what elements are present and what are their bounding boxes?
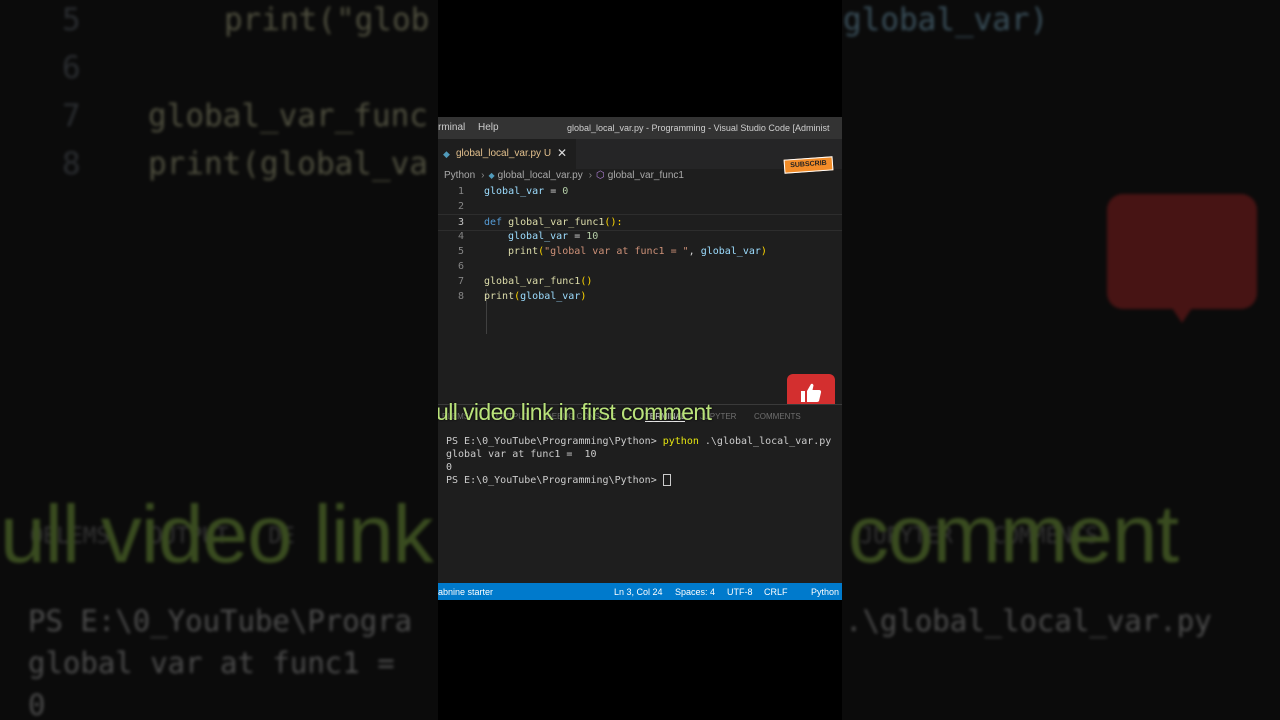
function-icon: ⬡ xyxy=(596,170,605,181)
code-line: 1 global_var = 0 xyxy=(438,184,842,199)
code-line: 5 print("global var at func1 = ", global… xyxy=(438,244,842,259)
close-icon[interactable]: ✕ xyxy=(557,146,567,160)
terminal[interactable]: PS E:\0_YouTube\Programming\Python> pyth… xyxy=(446,435,842,487)
bg-like-badge-tail xyxy=(1170,305,1194,323)
code-line: 8 print(global_var) xyxy=(438,289,842,304)
code-token: = xyxy=(544,186,563,197)
bg-caption: ull video link xyxy=(0,489,434,580)
breadcrumb-file[interactable]: global_local_var.py xyxy=(498,170,583,181)
vscode-window: rminal Help global_local_var.py - Progra… xyxy=(438,117,842,600)
bg-line-number: 7 xyxy=(62,98,81,134)
status-bar: abnine starter Ln 3, Col 24 Spaces: 4 UT… xyxy=(438,583,842,600)
code-line: 2 xyxy=(438,199,842,214)
bg-terminal-line: global var at func1 = xyxy=(28,646,395,680)
chevron-right-icon: › xyxy=(481,170,485,181)
bg-code-line: global_var_func xyxy=(148,98,428,134)
terminal-output: global var at func1 = 10 xyxy=(446,449,597,460)
bg-like-badge xyxy=(1107,194,1257,309)
line-number: 8 xyxy=(457,291,464,302)
python-file-icon: ◆ xyxy=(488,171,495,180)
line-number: 3 xyxy=(457,217,464,228)
video-frame: rminal Help global_local_var.py - Progra… xyxy=(438,0,842,720)
status-indentation[interactable]: Spaces: 4 xyxy=(675,587,715,597)
bg-terminal-line: 0 xyxy=(28,688,46,720)
terminal-line: PS E:\0_YouTube\Programming\Python> xyxy=(446,474,842,487)
chevron-right-icon: › xyxy=(588,170,593,181)
tab-global-local-var[interactable]: ◆ global_local_var.py U ✕ xyxy=(438,139,576,169)
status-cursor-position[interactable]: Ln 3, Col 24 xyxy=(614,587,663,597)
line-number: 7 xyxy=(457,276,464,287)
code-token: , xyxy=(688,246,701,257)
code-token: = xyxy=(568,231,587,242)
title-bar: rminal Help global_local_var.py - Progra… xyxy=(438,117,842,139)
terminal-output: 0 xyxy=(446,462,453,473)
menu-terminal[interactable]: rminal xyxy=(438,122,465,133)
status-eol[interactable]: CRLF xyxy=(764,587,788,597)
terminal-line: PS E:\0_YouTube\Programming\Python> pyth… xyxy=(446,435,842,448)
terminal-prompt: PS E:\0_YouTube\Programming\Python> xyxy=(446,475,663,486)
code-token: 10 xyxy=(586,231,599,242)
line-number: 6 xyxy=(457,261,464,272)
terminal-command-arg: .\global_local_var.py xyxy=(698,436,832,447)
code-editor[interactable]: 1 global_var = 0 2 3 def global_var_func… xyxy=(438,184,842,419)
code-line: 4 global_var = 10 xyxy=(438,229,842,244)
code-token: global_var xyxy=(700,246,761,257)
terminal-command: python xyxy=(662,436,699,447)
bg-terminal-line: PS E:\0_YouTube\Progra xyxy=(28,604,413,638)
status-encoding[interactable]: UTF-8 xyxy=(727,587,753,597)
code-token: print xyxy=(508,246,539,257)
code-token: "global var at func1 = " xyxy=(544,246,689,257)
menu-help[interactable]: Help xyxy=(478,122,499,133)
video-caption: ull video link in first comment xyxy=(438,399,712,425)
bg-line-number: 6 xyxy=(62,50,81,86)
bg-terminal-line: .\global_local_var.py xyxy=(845,604,1212,638)
status-tabnine[interactable]: abnine starter xyxy=(438,587,493,597)
code-token: global_var_func1 xyxy=(508,217,605,228)
breadcrumb-root[interactable]: Python xyxy=(444,170,475,181)
status-language[interactable]: Python xyxy=(811,587,839,597)
tab-label: global_local_var.py U xyxy=(456,148,552,159)
code-token: def xyxy=(484,217,503,228)
code-token: (): xyxy=(604,217,623,228)
window-title: global_local_var.py - Programming - Visu… xyxy=(567,123,830,133)
breadcrumb-symbol[interactable]: global_var_func1 xyxy=(608,170,684,181)
terminal-cursor xyxy=(662,474,671,486)
code-token: ) xyxy=(580,291,587,302)
bg-code-line: global_var) xyxy=(843,2,1049,38)
bg-caption: comment xyxy=(848,489,1179,580)
line-number: 5 xyxy=(457,246,464,257)
code-token: global_var xyxy=(508,231,569,242)
code-token: global_var xyxy=(520,291,581,302)
bg-code-line: print(global_va xyxy=(148,146,428,182)
bg-code-line: print("glob xyxy=(224,2,430,38)
subscribe-badge[interactable]: SUBSCRIB xyxy=(783,156,834,174)
tab-bar: ◆ global_local_var.py U ✕ SUBSCRIB xyxy=(438,139,842,174)
code-token: global_var_func1 xyxy=(484,276,581,287)
code-token: ) xyxy=(760,246,767,257)
code-token: print xyxy=(484,291,515,302)
bg-line-number: 5 xyxy=(62,2,81,38)
code-token: global_var xyxy=(484,186,545,197)
code-token: () xyxy=(580,276,593,287)
tab-comments[interactable]: COMMENTS xyxy=(754,412,801,421)
line-number: 4 xyxy=(457,231,464,242)
line-number: 1 xyxy=(457,186,464,197)
code-token: 0 xyxy=(562,186,569,197)
terminal-prompt: PS E:\0_YouTube\Programming\Python> xyxy=(446,436,663,447)
code-line: 6 xyxy=(438,259,842,274)
bg-line-number: 8 xyxy=(62,146,81,182)
line-number: 2 xyxy=(457,201,464,212)
python-file-icon: ◆ xyxy=(443,149,450,159)
code-line: 7 global_var_func1() xyxy=(438,274,842,289)
